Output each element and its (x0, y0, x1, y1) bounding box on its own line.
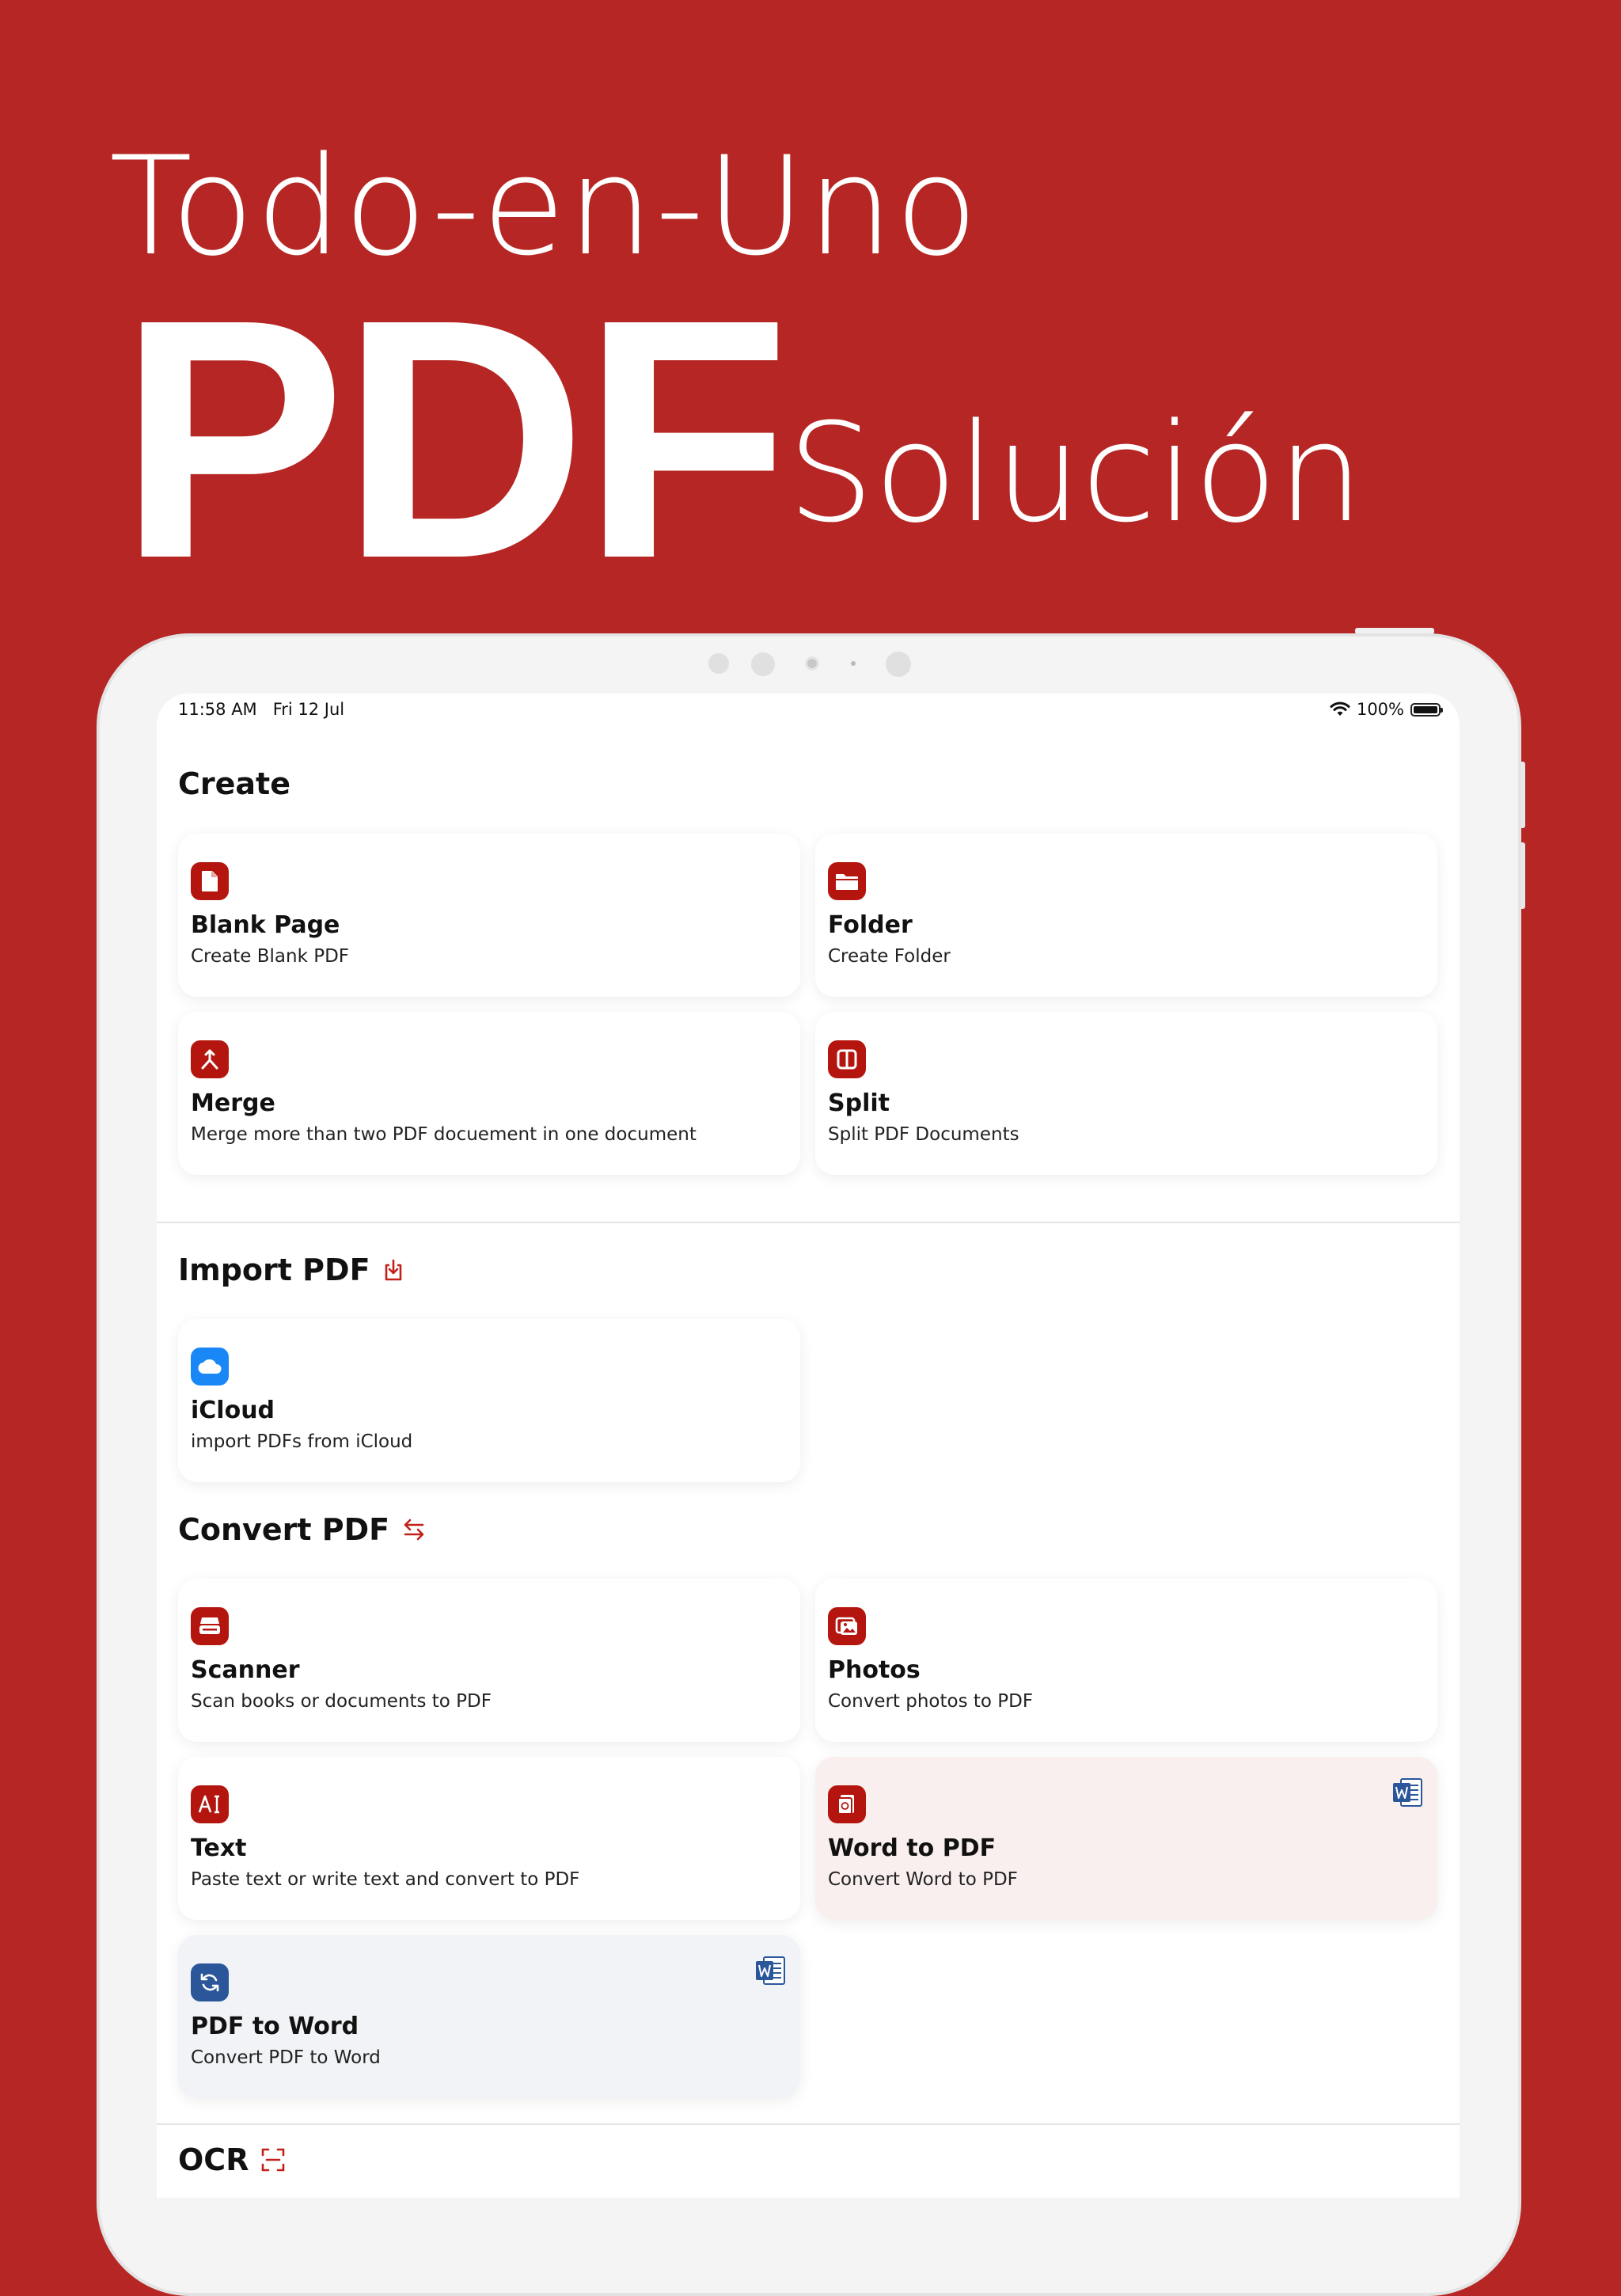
card-subtitle: Paste text or write text and convert to … (191, 1869, 580, 1890)
status-time: 11:58 AM Fri 12 Jul (178, 700, 345, 719)
text-icon (191, 1785, 229, 1823)
section-divider (157, 2123, 1460, 2125)
card-title: iCloud (191, 1397, 275, 1424)
icloud-icon (191, 1348, 229, 1386)
card-split[interactable]: Split Split PDF Documents (815, 1012, 1437, 1175)
card-title: Photos (828, 1656, 921, 1684)
section-title-ocr: OCR (178, 2142, 287, 2177)
status-bar: 11:58 AM Fri 12 Jul 100% (157, 694, 1460, 727)
card-subtitle: Merge more than two PDF docuement in one… (191, 1124, 697, 1145)
sensor-dot (751, 652, 775, 676)
card-title: Blank Page (191, 911, 340, 939)
card-title: PDF to Word (191, 2013, 359, 2040)
hero-pdf-wordmark: PDF (119, 249, 790, 629)
camera-lens (805, 656, 819, 671)
convert-arrows-icon (404, 1519, 424, 1541)
card-folder[interactable]: Folder Create Folder (815, 834, 1437, 997)
card-title: Split (828, 1089, 890, 1117)
word-icon (756, 1956, 785, 1985)
split-icon (828, 1040, 866, 1078)
section-title-import: Import PDF (178, 1253, 405, 1287)
hero-subtitle: Solución (788, 393, 1364, 553)
card-subtitle: Convert photos to PDF (828, 1691, 1034, 1712)
battery-icon (1410, 702, 1443, 717)
section-title-text: Convert PDF (178, 1512, 390, 1547)
photos-icon (828, 1607, 866, 1645)
card-subtitle: Split PDF Documents (828, 1124, 1019, 1145)
card-subtitle: Convert PDF to Word (191, 2047, 381, 2068)
card-subtitle: import PDFs from iCloud (191, 1431, 413, 1452)
camera-array (0, 652, 1621, 677)
section-title-convert: Convert PDF (178, 1512, 427, 1547)
sensor-dot (708, 653, 729, 674)
app-screen: 11:58 AM Fri 12 Jul 100% Create Blank Pa… (157, 694, 1460, 2198)
sensor-dot (851, 661, 856, 666)
word-icon (1393, 1778, 1422, 1807)
section-title-text: Import PDF (178, 1253, 370, 1287)
section-title-text: Create (178, 766, 290, 801)
card-text[interactable]: Text Paste text or write text and conver… (178, 1757, 800, 1920)
card-blank-page[interactable]: Blank Page Create Blank PDF (178, 834, 800, 997)
battery-percentage: 100% (1356, 700, 1404, 719)
section-divider (157, 1222, 1460, 1223)
card-title: Text (191, 1834, 247, 1862)
card-subtitle: Scan books or documents to PDF (191, 1691, 492, 1712)
pdf-to-word-icon (191, 1963, 229, 2001)
card-photos[interactable]: Photos Convert photos to PDF (815, 1579, 1437, 1742)
section-title-text: OCR (178, 2142, 249, 2177)
card-word-to-pdf[interactable]: Word to PDF Convert Word to PDF (815, 1757, 1437, 1920)
card-pdf-to-word[interactable]: PDF to Word Convert PDF to Word (178, 1935, 800, 2098)
card-merge[interactable]: Merge Merge more than two PDF docuement … (178, 1012, 800, 1175)
card-scanner[interactable]: Scanner Scan books or documents to PDF (178, 1579, 800, 1742)
import-icon (385, 1259, 401, 1281)
card-title: Word to PDF (828, 1834, 997, 1862)
section-title-create: Create (178, 766, 290, 801)
card-subtitle: Create Folder (828, 946, 951, 967)
wifi-icon (1330, 701, 1350, 716)
word-to-pdf-icon (828, 1785, 866, 1823)
card-subtitle: Convert Word to PDF (828, 1869, 1018, 1890)
sensor-dot (886, 652, 911, 677)
blank-page-icon (191, 862, 229, 900)
card-title: Scanner (191, 1656, 300, 1684)
merge-icon (191, 1040, 229, 1078)
card-title: Folder (828, 911, 913, 939)
ocr-scan-icon (262, 2148, 285, 2172)
folder-icon (828, 862, 866, 900)
card-title: Merge (191, 1089, 275, 1117)
scanner-icon (191, 1607, 229, 1645)
card-subtitle: Create Blank PDF (191, 946, 350, 967)
card-icloud[interactable]: iCloud import PDFs from iCloud (178, 1319, 800, 1482)
